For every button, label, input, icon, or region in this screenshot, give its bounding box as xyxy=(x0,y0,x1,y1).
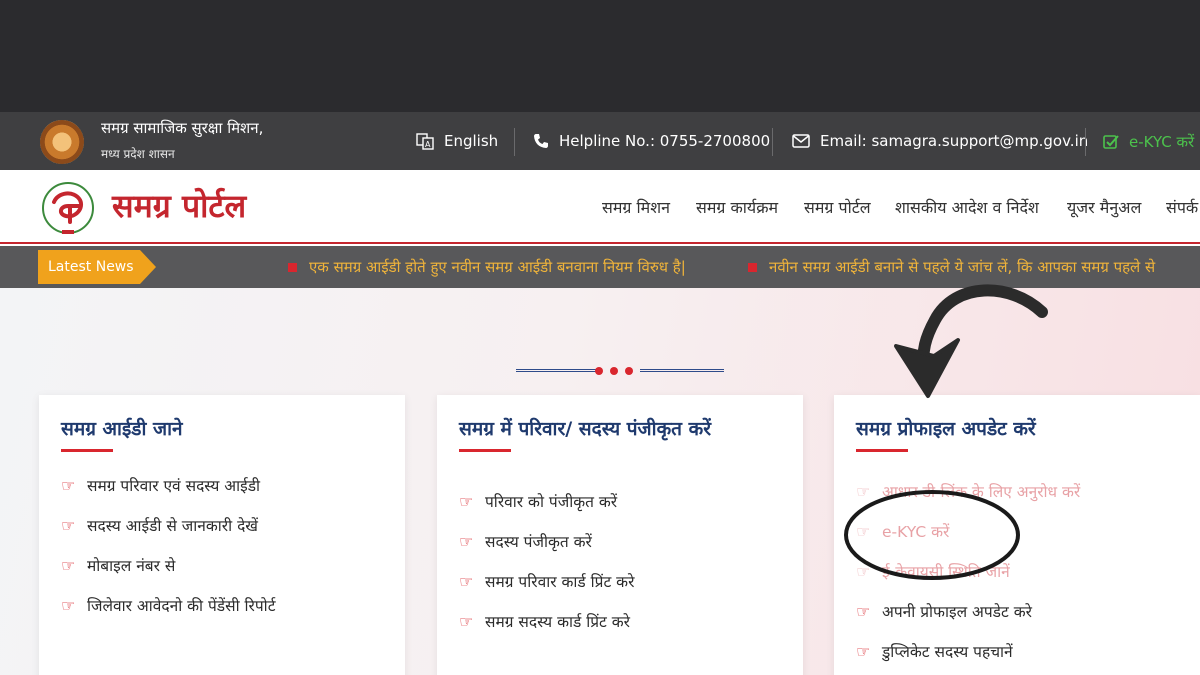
email-contact[interactable]: Email: samagra.support@mp.gov.in xyxy=(792,132,1088,150)
card-link-label[interactable]: जिलेवार आवेदनो की पेंडेंसी रिपोर्ट xyxy=(87,594,276,616)
pointing-hand-icon: ☞ xyxy=(856,481,871,501)
divider-dot xyxy=(625,367,633,375)
card-link[interactable]: ☞ सदस्य आईडी से जानकारी देखें xyxy=(61,505,276,545)
card-link-aadhaar-delink[interactable]: ☞ आधार डी-लिंक के लिए अनुरोध करें xyxy=(856,471,1080,511)
checkbox-check-icon xyxy=(1103,135,1119,149)
card-link-ekyc[interactable]: ☞ e-KYC करें xyxy=(856,511,1080,551)
card-link-label[interactable]: आधार डी-लिंक के लिए अनुरोध करें xyxy=(882,480,1080,502)
card-know-samagra-id: समग्र आईडी जाने ☞ समग्र परिवार एवं सदस्य … xyxy=(39,395,405,675)
news-text[interactable]: नवीन समग्र आईडी बनाने से पहले ये जांच ले… xyxy=(769,257,1155,277)
card-link-label[interactable]: समग्र परिवार एवं सदस्य आईडी xyxy=(87,474,260,496)
pointing-hand-icon: ☞ xyxy=(856,601,871,621)
news-item[interactable]: एक समग्र आईडी होते हुए नवीन समग्र आईडी ब… xyxy=(288,257,686,277)
card-title: समग्र आईडी जाने xyxy=(61,418,183,440)
card-link-label[interactable]: सदस्य पंजीकृत करें xyxy=(485,530,592,552)
pointing-hand-icon: ☞ xyxy=(459,531,474,551)
news-item[interactable]: नवीन समग्र आईडी बनाने से पहले ये जांच ले… xyxy=(748,257,1155,277)
info-bar: समग्र सामाजिक सुरक्षा मिशन, मध्य प्रदेश … xyxy=(0,112,1200,170)
pointing-hand-icon: ☞ xyxy=(61,555,76,575)
card-link-list: ☞ परिवार को पंजीकृत करें ☞ सदस्य पंजीकृत क… xyxy=(459,481,634,641)
language-label[interactable]: English xyxy=(444,132,498,150)
card-title: समग्र में परिवार/ सदस्य पंजीकृत करें xyxy=(459,418,711,440)
pointing-hand-icon: ☞ xyxy=(459,611,474,631)
pointing-hand-icon: ☞ xyxy=(856,561,871,581)
title-underline xyxy=(61,449,113,452)
nav-user-manual[interactable]: यूजर मैनुअल xyxy=(1067,196,1141,218)
divider-dot xyxy=(595,367,603,375)
title-underline xyxy=(459,449,511,452)
card-link-label[interactable]: सदस्य आईडी से जानकारी देखें xyxy=(87,514,258,536)
card-link-label[interactable]: ई-केवायसी स्थिति जानें xyxy=(882,560,1010,582)
card-link-label[interactable]: डुप्लिकेट सदस्य पहचानें xyxy=(882,640,1013,662)
samagra-logo-icon[interactable] xyxy=(40,180,96,236)
pointing-hand-icon: ☞ xyxy=(856,521,871,541)
nav-samagra-program[interactable]: समग्र कार्यक्रम xyxy=(696,196,778,218)
separator xyxy=(1085,128,1086,156)
card-link[interactable]: ☞ परिवार को पंजीकृत करें xyxy=(459,481,634,521)
latest-news-badge: Latest News xyxy=(38,250,140,284)
brand-title[interactable]: समग्र पोर्टल xyxy=(112,184,246,227)
card-link[interactable]: ☞ समग्र परिवार कार्ड प्रिंट करे xyxy=(459,561,634,601)
news-ticker: Latest News एक समग्र आईडी होते हुए नवीन … xyxy=(0,246,1200,288)
site-header: समग्र पोर्टल समग्र मिशन समग्र कार्यक्रम … xyxy=(0,170,1200,244)
svg-text:A: A xyxy=(425,140,431,149)
pointing-hand-icon: ☞ xyxy=(856,641,871,661)
title-underline xyxy=(856,449,908,452)
mail-icon xyxy=(792,134,810,148)
card-link-list: ☞ समग्र परिवार एवं सदस्य आईडी ☞ सदस्य आईडी… xyxy=(61,465,276,625)
mp-govt-emblem-icon xyxy=(40,120,84,164)
translate-icon: A xyxy=(416,133,434,150)
separator xyxy=(772,128,773,156)
card-link[interactable]: ☞ समग्र सदस्य कार्ड प्रिंट करे xyxy=(459,601,634,641)
card-link[interactable]: ☞ मोबाइल नंबर से xyxy=(61,545,276,585)
bullet-icon xyxy=(288,262,297,272)
nav-samagra-portal[interactable]: समग्र पोर्टल xyxy=(804,196,871,218)
card-link-label[interactable]: मोबाइल नंबर से xyxy=(87,554,175,576)
card-link-label[interactable]: अपनी प्रोफाइल अपडेट करे xyxy=(882,600,1032,622)
section-divider-line xyxy=(640,369,724,372)
card-link[interactable]: ☞ समग्र परिवार एवं सदस्य आईडी xyxy=(61,465,276,505)
card-register-family: समग्र में परिवार/ सदस्य पंजीकृत करें ☞ पर… xyxy=(437,395,803,675)
card-link-label[interactable]: समग्र परिवार कार्ड प्रिंट करे xyxy=(485,570,634,592)
card-link-update-profile[interactable]: ☞ अपनी प्रोफाइल अपडेट करे xyxy=(856,591,1080,631)
ekyc-top-link[interactable]: e-KYC करें xyxy=(1103,132,1194,152)
helpline-text: Helpline No.: 0755-2700800 xyxy=(559,132,771,150)
card-title: समग्र प्रोफाइल अपडेट करें xyxy=(856,418,1036,440)
card-profile-update: समग्र प्रोफाइल अपडेट करें ☞ आधार डी-लिंक … xyxy=(834,395,1200,675)
phone-icon xyxy=(534,134,548,148)
card-link[interactable]: ☞ जिलेवार आवेदनो की पेंडेंसी रिपोर्ट xyxy=(61,585,276,625)
language-switch[interactable]: A English xyxy=(416,132,498,150)
pointing-hand-icon: ☞ xyxy=(61,475,76,495)
card-link-list: ☞ आधार डी-लिंक के लिए अनुरोध करें ☞ e-KYC … xyxy=(856,471,1080,671)
bullet-icon xyxy=(748,262,757,272)
news-text[interactable]: एक समग्र आईडी होते हुए नवीन समग्र आईडी ब… xyxy=(309,257,686,277)
org-name: समग्र सामाजिक सुरक्षा मिशन, xyxy=(101,119,264,137)
ekyc-top-label[interactable]: e-KYC करें xyxy=(1129,132,1194,152)
pointing-hand-icon: ☞ xyxy=(61,595,76,615)
card-link-label[interactable]: e-KYC करें xyxy=(882,520,949,542)
helpline[interactable]: Helpline No.: 0755-2700800 xyxy=(533,132,770,150)
pointing-hand-icon: ☞ xyxy=(459,571,474,591)
divider-dot xyxy=(610,367,618,375)
latest-news-arrow xyxy=(140,250,156,284)
pointing-hand-icon: ☞ xyxy=(61,515,76,535)
org-subtitle: मध्य प्रदेश शासन xyxy=(101,147,175,161)
card-link-label[interactable]: परिवार को पंजीकृत करें xyxy=(485,490,617,512)
email-text: Email: samagra.support@mp.gov.in xyxy=(820,132,1089,150)
section-divider-line xyxy=(516,369,596,372)
nav-contact[interactable]: संपर्क xyxy=(1166,196,1198,218)
nav-govt-orders[interactable]: शासकीय आदेश व निर्देश xyxy=(895,196,1039,218)
card-link-label[interactable]: समग्र सदस्य कार्ड प्रिंट करे xyxy=(485,610,630,632)
pointing-hand-icon: ☞ xyxy=(459,491,474,511)
services-section: समग्र आईडी जाने ☞ समग्र परिवार एवं सदस्य … xyxy=(0,288,1200,675)
nav-samagra-mission[interactable]: समग्र मिशन xyxy=(602,196,670,218)
card-link-duplicate-member[interactable]: ☞ डुप्लिकेट सदस्य पहचानें xyxy=(856,631,1080,671)
dark-top-area xyxy=(0,0,1200,112)
card-link[interactable]: ☞ सदस्य पंजीकृत करें xyxy=(459,521,634,561)
separator xyxy=(514,128,515,156)
card-link-ekyc-status[interactable]: ☞ ई-केवायसी स्थिति जानें xyxy=(856,551,1080,591)
